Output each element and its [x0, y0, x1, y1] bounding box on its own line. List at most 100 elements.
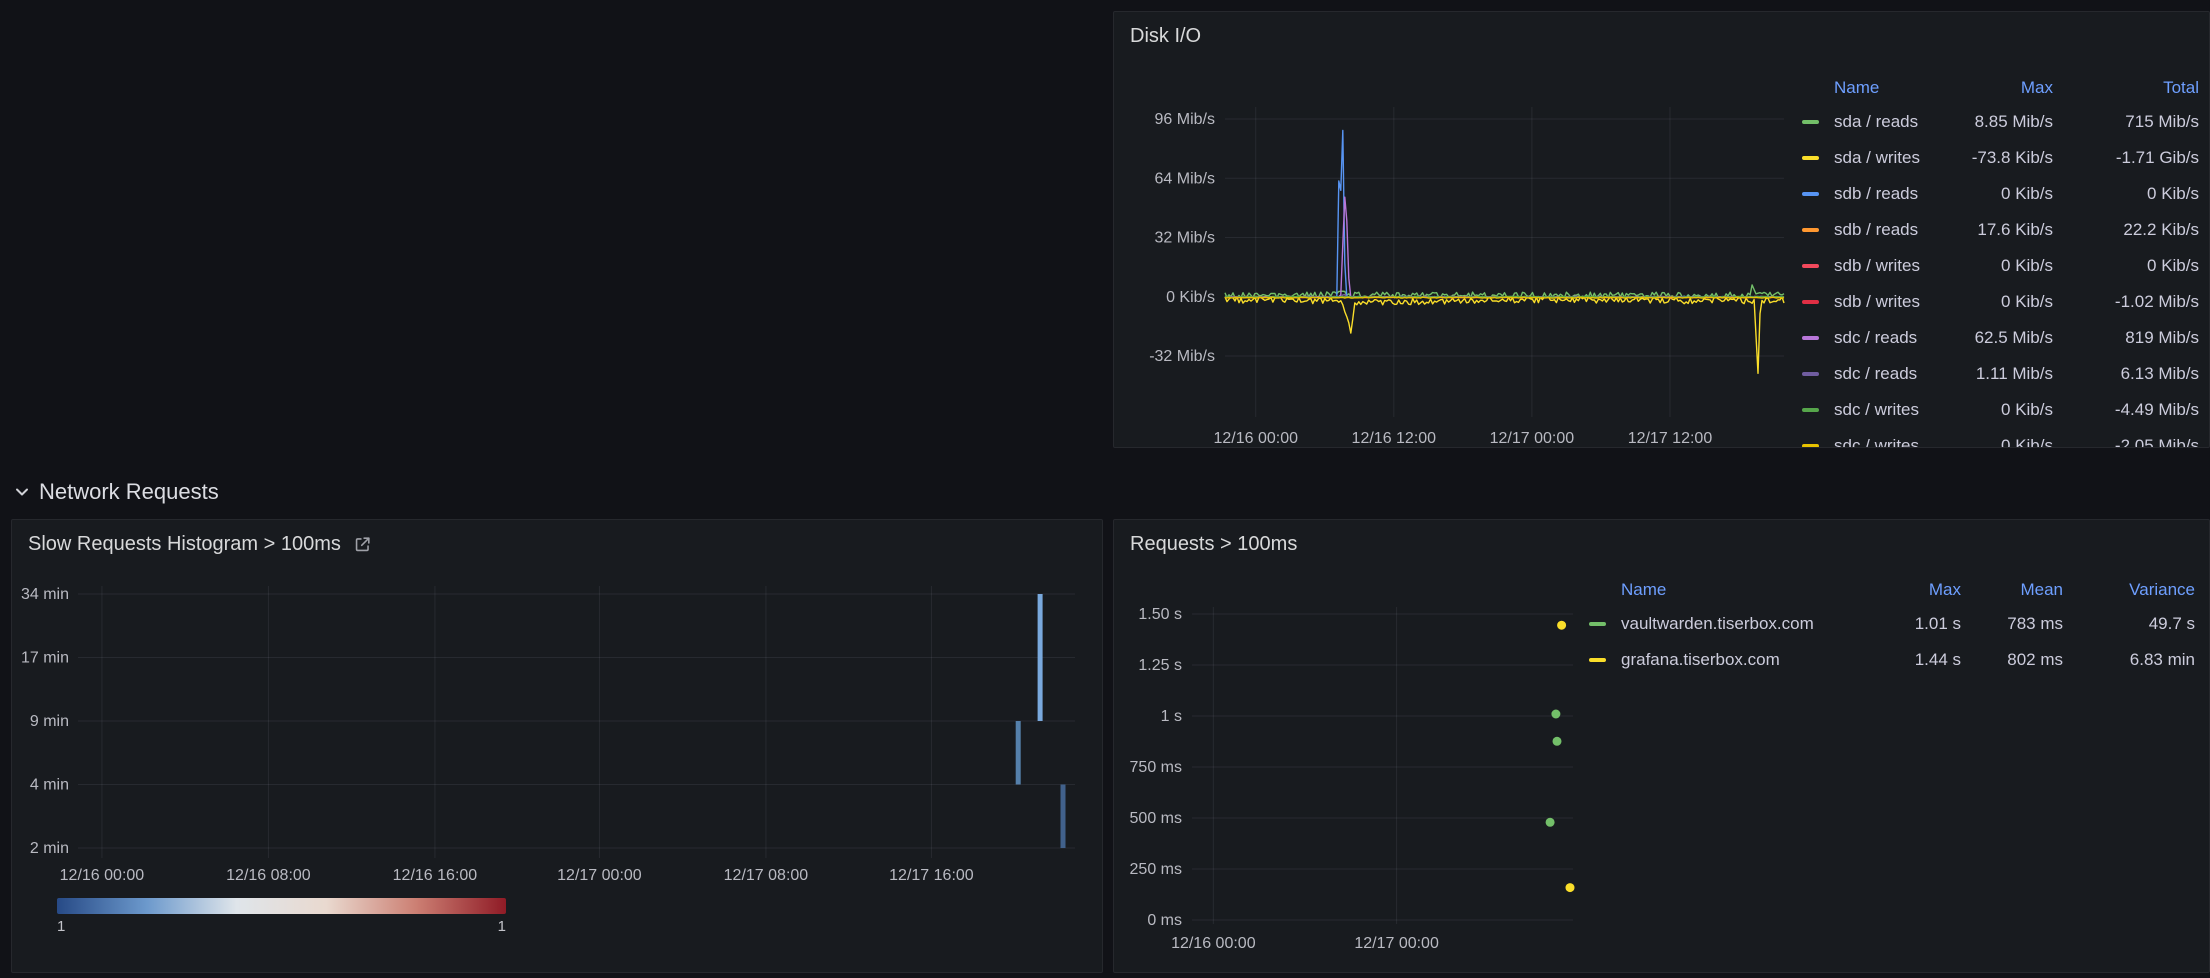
legend-header-name[interactable]: Name	[1621, 580, 1859, 600]
legend-series-name: sdc / reads	[1834, 364, 1942, 384]
axis-tick-label: 96 Mib/s	[1155, 111, 1215, 128]
legend-series-name: sdc / writes	[1834, 400, 1942, 420]
legend-series-name: sdb / reads	[1834, 220, 1942, 240]
legend-header-variance[interactable]: Variance	[2069, 580, 2195, 600]
legend-value-total: 0 Kib/s	[2059, 184, 2199, 204]
legend-series-name: sdb / writes	[1834, 256, 1942, 276]
legend-row[interactable]: vaultwarden.tiserbox.com1.01 s783 ms49.7…	[1589, 606, 2195, 642]
legend-value-max: -73.8 Kib/s	[1948, 148, 2053, 168]
axis-tick-label: 750 ms	[1130, 759, 1182, 776]
legend-header-total[interactable]: Total	[2059, 78, 2199, 98]
legend-swatch-cell	[1802, 264, 1828, 268]
axis-tick-label: 0 ms	[1147, 912, 1182, 929]
data-point	[1546, 818, 1555, 827]
legend-swatch-cell	[1589, 622, 1615, 626]
legend-swatch-cell	[1802, 372, 1828, 376]
axis-tick-label: 500 ms	[1130, 810, 1182, 827]
panel-header-slow-requests[interactable]: Slow Requests Histogram > 100ms	[12, 520, 1102, 560]
panel-title: Slow Requests Histogram > 100ms	[28, 533, 341, 556]
legend-row[interactable]: sda / writes -73.8 Kib/s -1.71 Gib/s	[1802, 140, 2199, 176]
legend-swatch-cell	[1589, 658, 1615, 662]
axis-tick-label: -32 Mib/s	[1149, 348, 1215, 365]
series-color-swatch	[1589, 658, 1606, 662]
legend-value-mean: 802 ms	[1967, 650, 2063, 670]
legend-row[interactable]: sdc / writes 0 Kib/s -2.05 Mib/s	[1802, 428, 2199, 448]
requests-legend: Name Max Mean Variance vaultwarden.tiserbox.…	[1589, 574, 2195, 678]
axis-tick-label: 1 s	[1161, 708, 1182, 725]
legend-header-name[interactable]: Name	[1834, 78, 1942, 98]
legend-value-max: 1.11 Mib/s	[1948, 364, 2053, 384]
series-color-swatch	[1802, 264, 1819, 268]
panel-header-disk-io[interactable]: Disk I/O	[1114, 12, 2209, 52]
heatmap-color-scale	[57, 898, 506, 914]
legend-value-max: 0 Kib/s	[1948, 436, 2053, 448]
axis-tick-label: 250 ms	[1130, 861, 1182, 878]
legend-value-total: -1.71 Gib/s	[2059, 148, 2199, 168]
axis-tick-label: 9 min	[30, 713, 69, 730]
legend-value-max: 17.6 Kib/s	[1948, 220, 2053, 240]
legend-series-name: sdc / writes	[1834, 436, 1942, 448]
legend-row[interactable]: sda / reads8.85 Mib/s715 Mib/s	[1802, 104, 2199, 140]
axis-tick-label: 12/17 00:00	[1490, 430, 1575, 447]
series-color-swatch	[1802, 228, 1819, 232]
legend-row[interactable]: sdc / writes0 Kib/s-4.49 Mib/s	[1802, 392, 2199, 428]
legend-value-variance: 49.7 s	[2069, 614, 2195, 634]
external-link-icon[interactable]	[353, 535, 372, 554]
legend-row[interactable]: sdb / reads 0 Kib/s 0 Kib/s	[1802, 176, 2199, 212]
requests-scatter-chart[interactable]: 12/16 00:0012/17 00:001.50 s1.25 s1 s750…	[1114, 520, 1594, 972]
legend-swatch-cell	[1802, 300, 1828, 304]
scale-max-label: 1	[57, 918, 506, 935]
heatmap-cell	[1061, 785, 1066, 849]
axis-tick-label: 12/17 00:00	[1354, 935, 1439, 952]
series-line	[1225, 131, 1784, 298]
legend-swatch-cell	[1802, 444, 1828, 448]
series-color-swatch	[1589, 622, 1606, 626]
legend-row[interactable]: sdc / reads62.5 Mib/s819 Mib/s	[1802, 320, 2199, 356]
legend-value-max: 0 Kib/s	[1948, 184, 2053, 204]
legend-header-max[interactable]: Max	[1948, 78, 2053, 98]
legend-value-total: -2.05 Mib/s	[2059, 436, 2199, 448]
legend-swatch-cell	[1802, 120, 1828, 124]
axis-tick-label: 64 Mib/s	[1155, 170, 1215, 187]
legend-value-max: 8.85 Mib/s	[1948, 112, 2053, 132]
panel-title: Disk I/O	[1130, 25, 1201, 48]
axis-tick-label: 12/16 08:00	[226, 867, 311, 884]
legend-header-mean[interactable]: Mean	[1967, 580, 2063, 600]
legend-series-name: sdc / reads	[1834, 328, 1942, 348]
legend-swatch-cell	[1802, 192, 1828, 196]
legend-header-max[interactable]: Max	[1865, 580, 1961, 600]
series-line	[1225, 197, 1784, 297]
legend-row[interactable]: sdb / writes0 Kib/s0 Kib/s	[1802, 248, 2199, 284]
data-point	[1553, 737, 1562, 746]
legend-value-max: 0 Kib/s	[1948, 292, 2053, 312]
legend-row[interactable]: sdb / reads 17.6 Kib/s 22.2 Kib/s	[1802, 212, 2199, 248]
legend-value-max: 1.44 s	[1865, 650, 1961, 670]
legend-value-total: 819 Mib/s	[2059, 328, 2199, 348]
legend-value-total: 22.2 Kib/s	[2059, 220, 2199, 240]
legend-series-name: sdb / reads	[1834, 184, 1942, 204]
panel-header-requests[interactable]: Requests > 100ms	[1114, 520, 2209, 560]
legend-row[interactable]: sdc / reads1.11 Mib/s6.13 Mib/s	[1802, 356, 2199, 392]
data-point	[1566, 883, 1575, 892]
legend-value-total: -4.49 Mib/s	[2059, 400, 2199, 420]
legend-swatch-cell	[1802, 336, 1828, 340]
series-color-swatch	[1802, 156, 1819, 160]
legend-value-total: 0 Kib/s	[2059, 256, 2199, 276]
panel-disk-io: Disk I/O 12/16 00:0012/16 12:0012/17 00:…	[1113, 11, 2210, 448]
legend-series-name: sda / writes	[1834, 148, 1942, 168]
legend-row[interactable]: grafana.tiserbox.com1.44 s802 ms6.83 min	[1589, 642, 2195, 678]
heatmap-cell	[1016, 721, 1021, 785]
axis-tick-label: 0 Kib/s	[1166, 289, 1215, 306]
legend-row[interactable]: sdb / writes0 Kib/s-1.02 Mib/s	[1802, 284, 2199, 320]
data-point	[1551, 710, 1560, 719]
series-color-swatch	[1802, 336, 1819, 340]
data-point	[1557, 621, 1566, 630]
section-title: Network Requests	[39, 479, 219, 505]
axis-tick-label: 12/17 12:00	[1628, 430, 1713, 447]
slow-requests-heatmap[interactable]: 12/16 00:0012/16 08:0012/16 16:0012/17 0…	[12, 520, 1102, 892]
section-network-requests[interactable]: Network Requests	[14, 476, 219, 508]
axis-tick-label: 12/16 00:00	[1171, 935, 1256, 952]
axis-tick-label: 12/16 12:00	[1352, 430, 1437, 447]
series-color-swatch	[1802, 192, 1819, 196]
axis-tick-label: 1.50 s	[1138, 606, 1182, 623]
